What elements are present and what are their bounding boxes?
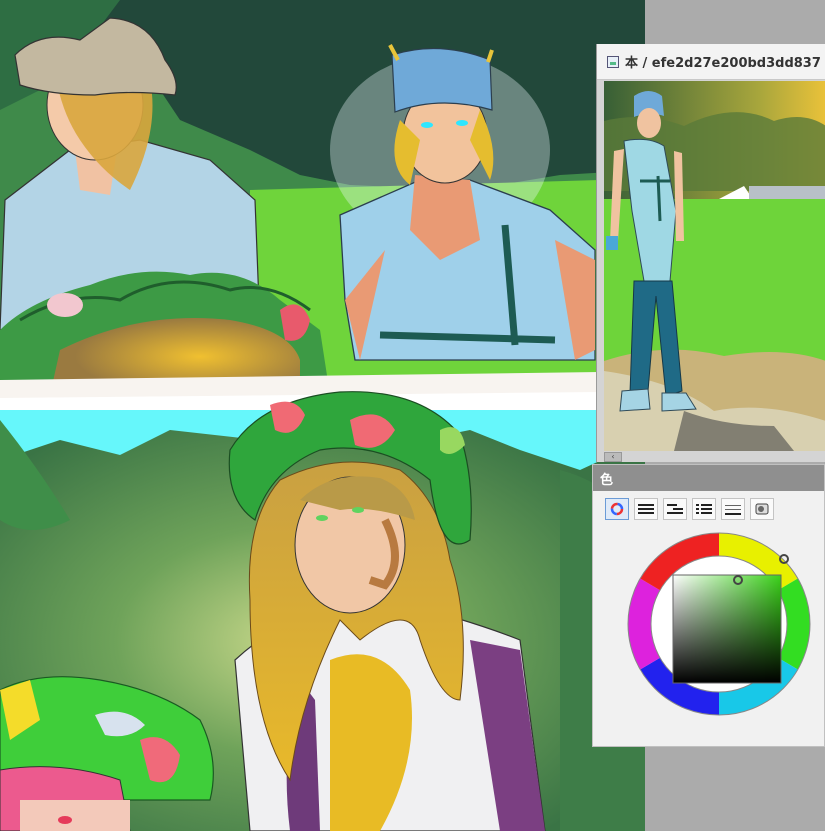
saturation-value-square[interactable] — [672, 574, 782, 684]
tab-swatch-list[interactable] — [692, 498, 716, 520]
artwork — [0, 0, 645, 831]
image-icon — [607, 55, 619, 68]
reference-titlebar[interactable]: 本 / efe2d27e200bd3dd837 — [597, 44, 825, 80]
reference-image — [604, 81, 825, 451]
tab-color-set[interactable] — [663, 498, 687, 520]
reference-title: 本 / efe2d27e200bd3dd837 — [625, 56, 821, 71]
color-panel[interactable]: 色 — [592, 464, 825, 747]
scroll-left-button[interactable]: ‹ — [604, 452, 622, 462]
color-set-icon — [667, 504, 683, 514]
color-panel-title: 色 — [600, 472, 614, 488]
palette-icon — [755, 503, 769, 515]
tab-approximate-color[interactable] — [750, 498, 774, 520]
dotted-grid-icon — [725, 505, 741, 515]
sliders-icon — [638, 504, 654, 514]
hue-wheel[interactable] — [626, 531, 812, 731]
drawing-canvas[interactable] — [0, 0, 645, 831]
color-wheel-icon — [610, 502, 624, 516]
reference-window[interactable]: 本 / efe2d27e200bd3dd837 ‹ — [596, 44, 825, 462]
list-icon — [696, 504, 712, 514]
tab-color-sliders[interactable] — [634, 498, 658, 520]
color-tab-bar — [605, 498, 774, 520]
color-panel-header[interactable]: 色 — [593, 465, 824, 491]
tab-color-wheel[interactable] — [605, 498, 629, 520]
tab-intermediate-colors[interactable] — [721, 498, 745, 520]
